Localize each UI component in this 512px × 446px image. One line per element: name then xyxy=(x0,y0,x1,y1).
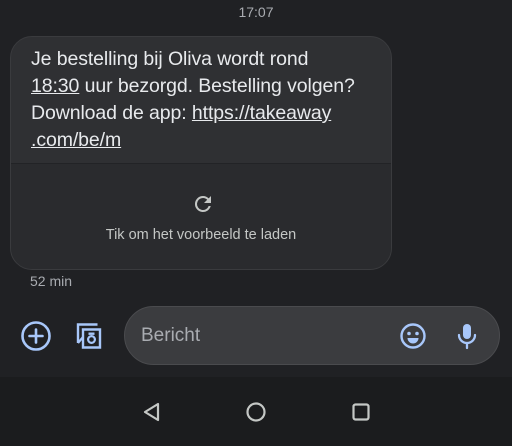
message-line-2: uur bezorgd. Bestelling volgen? xyxy=(79,75,355,97)
url-link-part-1[interactable]: https://takeaway xyxy=(192,102,331,124)
preview-label: Tik om het voorbeeld te laden xyxy=(105,227,297,243)
mic-icon[interactable] xyxy=(455,321,479,356)
message-line-3-prefix: Download de app: xyxy=(31,102,192,124)
emoji-icon[interactable] xyxy=(399,322,427,355)
gallery-icon[interactable] xyxy=(72,320,104,357)
back-icon[interactable] xyxy=(141,401,163,428)
message-input[interactable] xyxy=(141,307,391,364)
message-timestamp: 17:07 xyxy=(238,4,274,20)
message-bubble[interactable]: Je bestelling bij Oliva wordt rond 18:30… xyxy=(10,36,392,270)
message-age: 52 min xyxy=(30,273,73,289)
time-link[interactable]: 18:30 xyxy=(31,75,79,97)
link-preview[interactable]: Tik om het voorbeeld te laden xyxy=(11,163,391,269)
home-icon[interactable] xyxy=(245,401,267,428)
composer[interactable] xyxy=(124,306,500,365)
url-link-part-2[interactable]: .com/be/m xyxy=(31,129,121,151)
message-line-1: Je bestelling bij Oliva wordt rond xyxy=(31,48,309,70)
refresh-icon xyxy=(191,192,215,216)
recents-icon[interactable] xyxy=(350,401,372,428)
add-circle-icon[interactable] xyxy=(20,320,52,357)
message-text: Je bestelling bij Oliva wordt rond 18:30… xyxy=(11,37,391,154)
navigation-bar xyxy=(0,377,512,446)
